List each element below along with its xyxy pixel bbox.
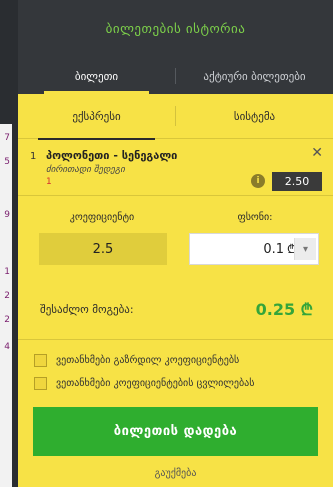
bet-divider (18, 195, 333, 196)
subtab-express[interactable]: ექსპრესი (18, 94, 175, 140)
stake-dropdown-chevron-down-icon[interactable]: ▾ (294, 238, 316, 260)
form-labels: კოეფიციენტი ფსონი: (18, 212, 333, 228)
bet-match-name: პოლონეთი - სენეგალი (46, 149, 178, 162)
stake-input[interactable] (190, 234, 286, 264)
bet-selection: 1 (46, 177, 52, 187)
section-divider (18, 339, 333, 340)
subtab-system[interactable]: სისტემა (176, 94, 333, 139)
accept-increased-odds-option[interactable]: ვეთანხმები გაზრდილ კოეფიციენტებს (34, 352, 239, 368)
stake-field: ₾ ▾ (189, 233, 319, 265)
stake-label: ფსონი: (237, 212, 273, 223)
bet-history-link[interactable]: ბილეთების ისტორია (106, 22, 246, 37)
cancel-link[interactable]: გაუქმება (18, 468, 333, 479)
accept-odds-change-label: ვეთანხმები კოეფიციენტების ცვლილებას (56, 377, 255, 389)
bet-type-tabs: ექსპრესი სისტემა (18, 94, 333, 140)
bet-market: ძირითადი შედეგი (46, 165, 125, 175)
betslip-tabs: ბილეთი აქტიური ბილეთები (18, 58, 333, 94)
remove-bet-close-icon[interactable]: ✕ (311, 145, 323, 161)
background-page-content (0, 124, 12, 487)
possible-win-row: შესაძლო მოგება: 0.25 ₾ (18, 298, 333, 322)
betslip-panel: ბილეთების ისტორია ბილეთი აქტიური ბილეთებ… (18, 0, 333, 487)
possible-win-label: შესაძლო მოგება: (40, 303, 134, 316)
betslip-header: ბილეთების ისტორია (18, 0, 333, 58)
place-bet-button[interactable]: ბილეთის დადება (33, 407, 318, 456)
background-number: 9 (4, 210, 10, 220)
info-icon[interactable]: i (251, 174, 265, 188)
accept-increased-odds-label: ვეთანხმები გაზრდილ კოეფიციენტებს (56, 354, 240, 366)
bet-odds-badge: 2.50 (272, 172, 322, 191)
bet-index: 1 (30, 151, 37, 162)
coefficient-label: კოეფიციენტი (69, 212, 135, 223)
accept-increased-odds-checkbox[interactable] (34, 353, 47, 367)
background-number: 1 (4, 267, 10, 277)
background-page-strip: 7 5 9 1 2 2 4 (0, 0, 18, 487)
bet-item: 1 პოლონეთი - სენეგალი ძირითადი შედეგი 1 … (18, 139, 333, 195)
tab-ticket[interactable]: ბილეთი (18, 58, 175, 94)
background-number: 2 (4, 291, 10, 301)
background-number: 2 (4, 315, 10, 325)
coefficient-value: 2.5 (39, 233, 167, 265)
background-number: 7 (4, 133, 10, 143)
accept-odds-change-option[interactable]: ვეთანხმები კოეფიციენტების ცვლილებას (34, 375, 254, 391)
background-number: 5 (4, 157, 10, 167)
tab-active-tickets[interactable]: აქტიური ბილეთები (176, 58, 333, 94)
background-number: 4 (4, 342, 10, 352)
accept-odds-change-checkbox[interactable] (34, 376, 47, 390)
possible-win-value: 0.25 ₾ (255, 300, 313, 319)
